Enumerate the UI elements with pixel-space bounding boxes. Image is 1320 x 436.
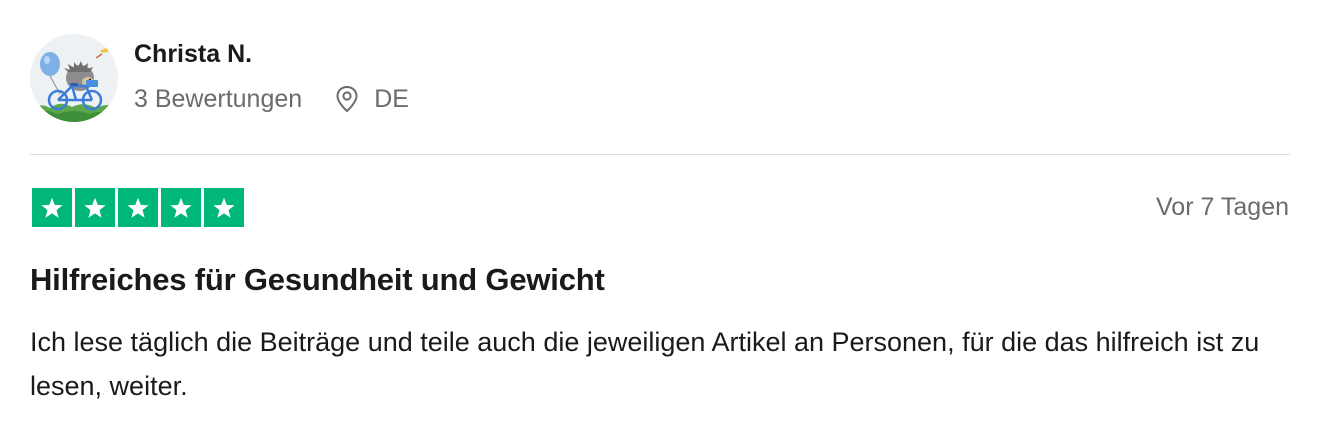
avatar-image (30, 34, 118, 122)
country-code: DE (374, 84, 409, 113)
review-card: Christa N. 3 Bewertungen DE Vor 7 Tagen … (0, 0, 1320, 436)
star-rating (32, 188, 244, 227)
reviewer-meta: 3 Bewertungen DE (134, 84, 409, 114)
review-count: 3 Bewertungen (134, 84, 303, 113)
review-date: Vor 7 Tagen (1156, 193, 1289, 221)
review-title[interactable]: Hilfreiches für Gesundheit und Gewicht (30, 262, 605, 298)
reviewer-location: DE (334, 85, 409, 114)
location-pin-icon (334, 85, 360, 113)
star-icon (75, 188, 115, 227)
review-body: Ich lese täglich die Beiträge und teile … (30, 327, 1260, 401)
avatar[interactable] (30, 34, 118, 122)
star-icon (118, 188, 158, 227)
star-icon (161, 188, 201, 227)
divider (30, 154, 1290, 155)
reviewer-name[interactable]: Christa N. (134, 40, 252, 69)
star-icon (204, 188, 244, 227)
star-icon (32, 188, 72, 227)
